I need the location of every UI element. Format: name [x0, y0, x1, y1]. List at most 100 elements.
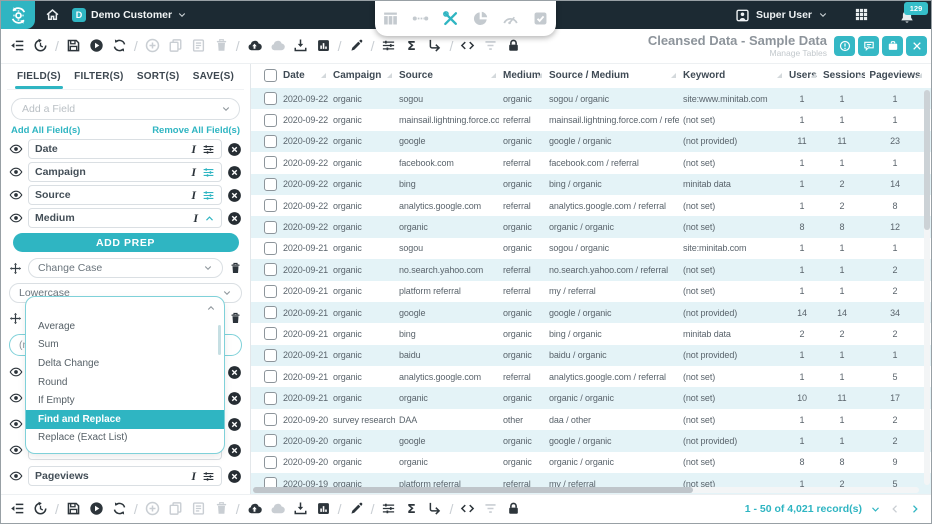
tools-icon[interactable]: [442, 10, 459, 27]
column-header-keyword[interactable]: Keyword: [679, 70, 785, 81]
row-checkbox[interactable]: [264, 135, 277, 148]
user-menu[interactable]: Super User: [735, 8, 828, 23]
select-all-checkbox[interactable]: [264, 69, 277, 82]
row-checkbox[interactable]: [264, 178, 277, 191]
chevron-down-icon[interactable]: [870, 504, 881, 515]
module-flow-icon[interactable]: [412, 10, 429, 28]
row-checkbox[interactable]: [264, 263, 277, 276]
eye-icon[interactable]: [9, 165, 23, 179]
dropdown-option[interactable]: Round: [26, 373, 224, 392]
code-icon[interactable]: [460, 37, 475, 55]
dropdown-option[interactable]: Sum: [26, 336, 224, 355]
notifications-button[interactable]: 129: [895, 1, 929, 29]
download-icon[interactable]: [293, 37, 308, 55]
pie-icon[interactable]: [472, 10, 489, 27]
module-pie-icon[interactable]: [472, 10, 489, 28]
eye-icon[interactable]: [9, 365, 23, 379]
cloud-upload-icon[interactable]: [247, 37, 262, 55]
row-checkbox[interactable]: [264, 327, 277, 340]
remove-field-icon[interactable]: [227, 211, 242, 226]
branch-icon[interactable]: [427, 500, 442, 518]
eye-icon[interactable]: [9, 417, 23, 431]
tab-sorts[interactable]: SORT(S): [137, 63, 180, 89]
column-header-pageviews[interactable]: Pageviews: [865, 70, 925, 81]
column-header-source-medium[interactable]: Source / Medium: [545, 70, 679, 81]
cloud-upload-icon[interactable]: [247, 500, 262, 518]
column-header-source[interactable]: Source: [395, 70, 499, 81]
info-button[interactable]: [834, 36, 855, 56]
remove-field-icon[interactable]: [227, 188, 242, 203]
run-icon[interactable]: [89, 500, 104, 518]
home-button[interactable]: [45, 6, 60, 24]
app-logo-button[interactable]: [1, 1, 35, 29]
add-all-fields-link[interactable]: Add All Field(s): [11, 125, 80, 136]
row-checkbox[interactable]: [264, 456, 277, 469]
row-checkbox[interactable]: [264, 306, 277, 319]
tab-fields[interactable]: FIELD(S): [17, 63, 61, 89]
sliders-icon[interactable]: [381, 500, 396, 518]
row-checkbox[interactable]: [264, 285, 277, 298]
eye-icon[interactable]: [9, 211, 23, 225]
save-icon[interactable]: [66, 37, 81, 55]
prep-list-icon[interactable]: [10, 500, 25, 518]
row-checkbox[interactable]: [264, 242, 277, 255]
remove-all-fields-link[interactable]: Remove All Field(s): [152, 125, 240, 136]
italic-format-icon[interactable]: I: [193, 211, 198, 226]
dropdown-option[interactable]: Average: [26, 317, 224, 336]
row-checkbox[interactable]: [264, 199, 277, 212]
row-checkbox[interactable]: [264, 156, 277, 169]
vertical-scrollbar[interactable]: [924, 90, 930, 485]
remove-field-icon[interactable]: [227, 165, 242, 180]
remove-field-icon[interactable]: [227, 365, 242, 380]
remove-field-icon[interactable]: [227, 142, 242, 157]
eye-icon[interactable]: [9, 391, 23, 405]
column-header-medium[interactable]: Medium: [499, 70, 545, 81]
eye-icon[interactable]: [9, 469, 23, 483]
briefcase-button[interactable]: [882, 36, 903, 56]
customer-selector[interactable]: D Demo Customer: [72, 8, 187, 22]
lock-icon[interactable]: [506, 37, 521, 55]
add-field-input[interactable]: [20, 102, 221, 116]
sigma-icon[interactable]: [404, 500, 419, 518]
dropdown-option[interactable]: Find and Replace: [26, 410, 224, 429]
run-icon[interactable]: [89, 37, 104, 55]
move-handle-icon[interactable]: [9, 262, 22, 275]
dropdown-option[interactable]: If Empty: [26, 391, 224, 410]
sigma-icon[interactable]: [404, 37, 419, 55]
move-handle-icon[interactable]: [9, 312, 22, 325]
row-checkbox[interactable]: [264, 413, 277, 426]
add-field-select[interactable]: [11, 98, 240, 120]
field-settings-icon[interactable]: [202, 166, 215, 179]
close-button[interactable]: [906, 36, 927, 56]
trash-icon[interactable]: [229, 262, 242, 275]
column-header-sessions[interactable]: Sessions: [819, 70, 865, 81]
remove-field-icon[interactable]: [227, 391, 242, 406]
code-icon[interactable]: [460, 500, 475, 518]
italic-format-icon[interactable]: I: [191, 188, 196, 203]
dropdown-scrollbar[interactable]: [218, 325, 222, 355]
add-prep-button[interactable]: ADD PREP: [13, 233, 239, 252]
previous-page-icon[interactable]: [889, 503, 901, 515]
lock-icon[interactable]: [506, 500, 521, 518]
gauge-icon[interactable]: [502, 10, 519, 27]
apps-grid-button[interactable]: [854, 6, 869, 24]
row-checkbox[interactable]: [264, 92, 277, 105]
row-checkbox[interactable]: [264, 349, 277, 362]
record-count[interactable]: 1 - 50 of 4,021 record(s): [745, 503, 862, 515]
module-columns-icon[interactable]: [382, 10, 399, 28]
prep-type-select[interactable]: Change Case: [28, 258, 223, 278]
italic-format-icon[interactable]: I: [191, 165, 196, 180]
columns-icon[interactable]: [382, 10, 399, 27]
prep-list-icon[interactable]: [10, 37, 25, 55]
italic-format-icon[interactable]: I: [191, 469, 196, 484]
next-page-icon[interactable]: [909, 503, 921, 515]
horizontal-scrollbar[interactable]: [253, 487, 919, 493]
history-icon[interactable]: [33, 37, 48, 55]
dropdown-header[interactable]: [26, 297, 224, 317]
column-header-campaign[interactable]: Campaign: [329, 70, 395, 81]
eye-icon[interactable]: [9, 443, 23, 457]
row-checkbox[interactable]: [264, 114, 277, 127]
remove-field-icon[interactable]: [227, 469, 242, 484]
trash-icon[interactable]: [229, 312, 242, 325]
remove-field-icon[interactable]: [227, 443, 242, 458]
